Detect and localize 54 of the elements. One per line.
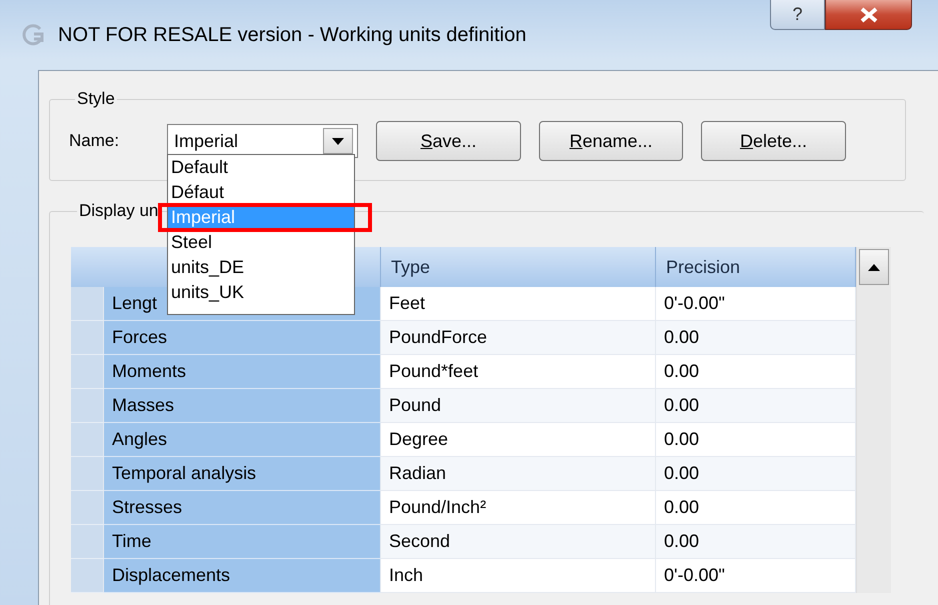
row-header[interactable] xyxy=(71,389,104,423)
action-button[interactable]: Rename... xyxy=(539,121,683,161)
help-button[interactable]: ? xyxy=(770,0,825,30)
action-button[interactable]: Save... xyxy=(376,121,521,161)
close-icon xyxy=(858,6,878,22)
table-cell: Temporal analysis xyxy=(104,457,381,491)
row-header[interactable] xyxy=(71,559,104,593)
table-cell: Masses xyxy=(104,389,381,423)
table-cell: Pound xyxy=(381,389,656,423)
table-cell: 0.00 xyxy=(656,457,856,491)
table-cell: 0'-0.00" xyxy=(656,559,856,593)
table-cell: Forces xyxy=(104,321,381,355)
row-header[interactable] xyxy=(71,525,104,559)
scrollbar[interactable] xyxy=(856,247,891,593)
table-cell: Second xyxy=(381,525,656,559)
table-cell: Displacements xyxy=(104,559,381,593)
row-header[interactable] xyxy=(71,355,104,389)
table-cell: 0.00 xyxy=(656,389,856,423)
list-item[interactable]: Steel xyxy=(168,232,354,253)
row-header[interactable] xyxy=(71,491,104,525)
table-cell: 0.00 xyxy=(656,321,856,355)
row-header[interactable] xyxy=(71,287,104,321)
close-button[interactable] xyxy=(825,0,912,30)
scroll-up-icon[interactable] xyxy=(859,249,889,285)
table-cell: Inch xyxy=(381,559,656,593)
table-cell: Stresses xyxy=(104,491,381,525)
table-cell: Feet xyxy=(381,287,656,321)
table-cell: Radian xyxy=(381,457,656,491)
table-cell: Degree xyxy=(381,423,656,457)
action-button[interactable]: Delete... xyxy=(701,121,846,161)
table-cell: Pound*feet xyxy=(381,355,656,389)
table-cell: 0.00 xyxy=(656,525,856,559)
table-cell: Angles xyxy=(104,423,381,457)
table-cell: 0.00 xyxy=(656,491,856,525)
table-cell: 0'-0.00" xyxy=(656,287,856,321)
list-item[interactable]: Default xyxy=(168,157,354,178)
window-title: NOT FOR RESALE version - Working units definition xyxy=(58,24,526,46)
row-header[interactable] xyxy=(71,321,104,355)
row-header[interactable] xyxy=(71,457,104,491)
row-header[interactable] xyxy=(71,423,104,457)
column-header[interactable]: Precision xyxy=(656,247,856,287)
name-label: Name: xyxy=(69,131,120,151)
table-cell: 0.00 xyxy=(656,423,856,457)
group-title: Display un xyxy=(78,201,160,221)
refresh-arrow-icon xyxy=(20,23,46,47)
table-cell: Moments xyxy=(104,355,381,389)
table-cell: Time xyxy=(104,525,381,559)
table-cell: Pound/Inch² xyxy=(381,491,656,525)
table-cell: 0.00 xyxy=(656,355,856,389)
list-item[interactable]: units_DE xyxy=(168,257,354,278)
group-title: Style xyxy=(76,89,116,109)
table-cell: PoundForce xyxy=(381,321,656,355)
list-item[interactable]: Défaut xyxy=(168,182,354,203)
column-header[interactable]: Type xyxy=(381,247,656,287)
